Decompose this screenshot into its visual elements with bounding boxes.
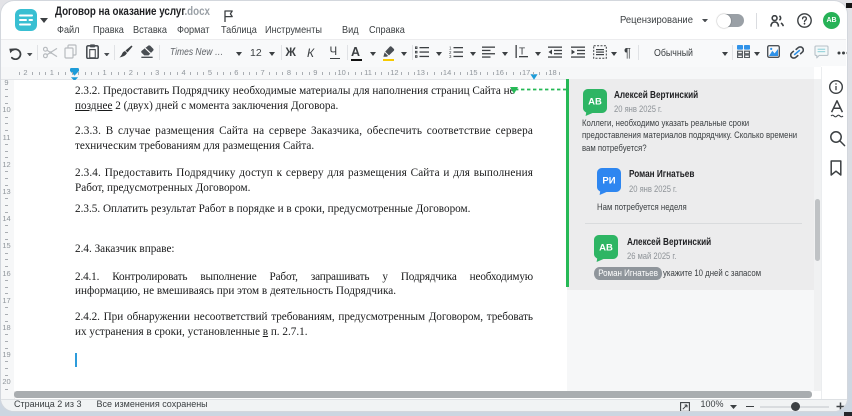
svg-text:3: 3 [449, 54, 452, 58]
svg-text:РИ: РИ [602, 176, 615, 187]
svg-text:АВ: АВ [599, 243, 613, 254]
svg-text:АВ: АВ [588, 97, 602, 108]
svg-text:T: T [519, 47, 525, 58]
